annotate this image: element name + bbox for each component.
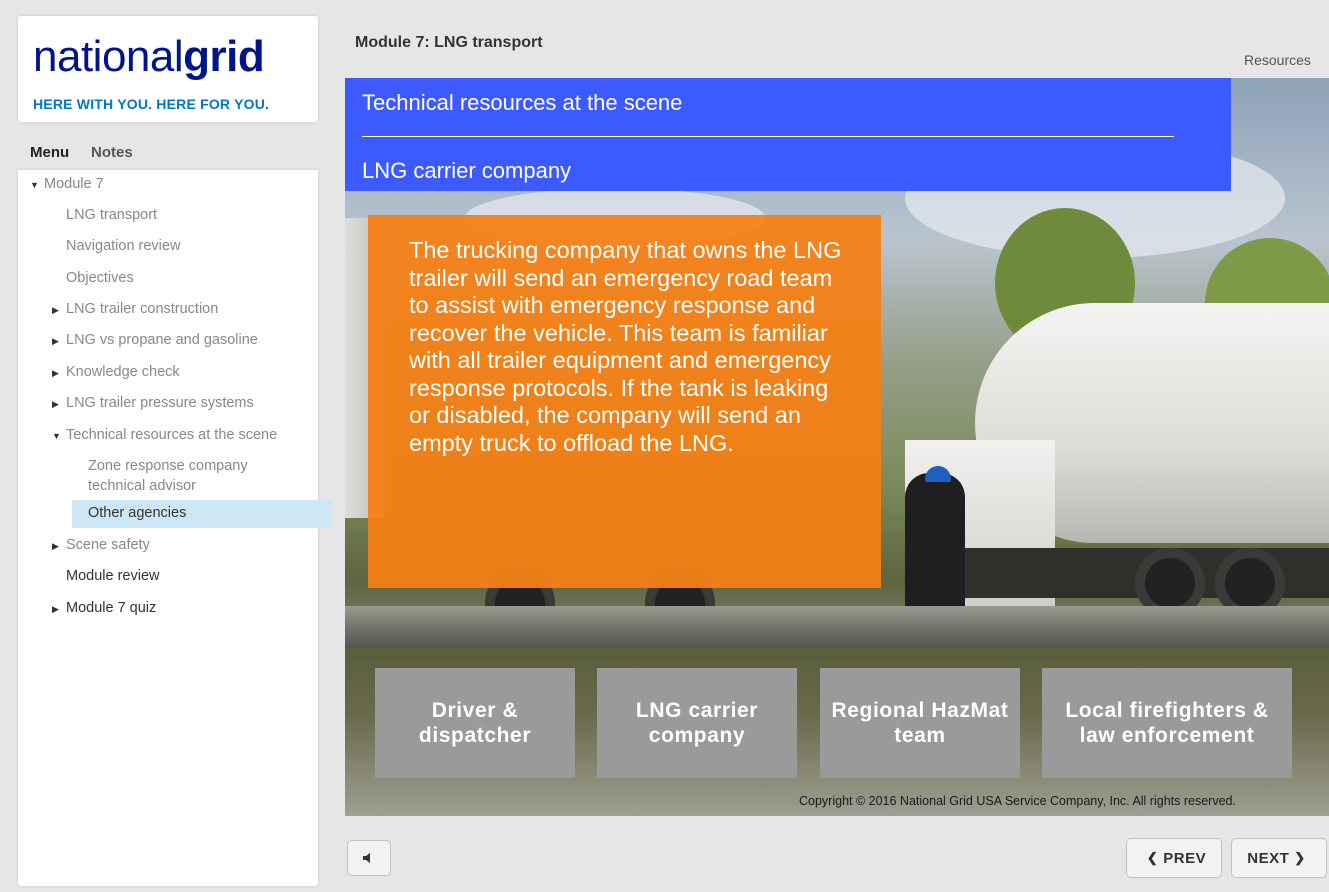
brand-logo: nationalgrid	[33, 32, 265, 81]
sidebar-item-navigation-review[interactable]: Navigation review	[66, 238, 180, 255]
lng-carrier-company-button[interactable]: LNG carrier company	[597, 668, 797, 778]
chevron-right-icon: ❯	[1294, 850, 1306, 865]
slide-subtitle: LNG carrier company	[362, 158, 572, 183]
module-title: Module 7: LNG transport	[355, 34, 543, 51]
prev-button[interactable]: ❮ PREV	[1126, 838, 1222, 878]
info-panel: The trucking company that owns the LNG t…	[368, 215, 881, 588]
logo-panel: nationalgrid HERE WITH YOU. HERE FOR YOU…	[18, 16, 318, 122]
sidebar-item-lng-vs-propane[interactable]: ▶ LNG vs propane and gasoline	[52, 332, 258, 350]
triangle-right-icon: ▶	[52, 541, 59, 551]
sidebar-tabs: Menu Notes	[18, 140, 318, 170]
triangle-down-icon: ▼	[52, 431, 61, 441]
triangle-right-icon: ▶	[52, 368, 59, 378]
speaker-icon	[363, 853, 370, 863]
tab-notes[interactable]: Notes	[91, 144, 133, 161]
slide-title: Technical resources at the scene	[362, 90, 683, 115]
local-firefighters-button[interactable]: Local firefighters & law enforcement	[1042, 668, 1292, 778]
copyright-notice: Copyright © 2016 National Grid USA Servi…	[799, 794, 1236, 808]
sidebar-item-module-review[interactable]: Module review	[66, 568, 160, 585]
sidebar-item-lng-transport[interactable]: LNG transport	[66, 207, 157, 224]
sidebar-item-scene-safety[interactable]: ▶ Scene safety	[52, 537, 150, 555]
sidebar-menu: ▼ Module 7 LNG transport Navigation revie…	[18, 170, 332, 886]
triangle-down-icon: ▼	[30, 180, 39, 190]
resources-link[interactable]: Resources	[1244, 52, 1311, 68]
triangle-right-icon: ▶	[52, 604, 59, 614]
slide-title-bar: Technical resources at the scene LNG car…	[345, 78, 1231, 191]
next-button[interactable]: NEXT ❯	[1231, 838, 1327, 878]
sidebar-item-module-7-quiz[interactable]: ▶ Module 7 quiz	[52, 600, 156, 618]
brand-tagline: HERE WITH YOU. HERE FOR YOU.	[33, 96, 270, 112]
regional-hazmat-team-button[interactable]: Regional HazMat team	[820, 668, 1020, 778]
slide-area: Technical resources at the scene LNG car…	[345, 78, 1329, 816]
info-text: The trucking company that owns the LNG t…	[409, 237, 842, 456]
volume-button[interactable]	[347, 840, 391, 876]
sidebar-item-knowledge-check[interactable]: ▶ Knowledge check	[52, 364, 180, 382]
chevron-left-icon: ❮	[1146, 850, 1159, 865]
tab-menu[interactable]: Menu	[30, 144, 69, 161]
sidebar-item-module-7[interactable]: ▼ Module 7	[30, 176, 104, 194]
sidebar-item-lng-trailer-pressure[interactable]: ▶ LNG trailer pressure systems	[52, 395, 254, 413]
sidebar-item-zone-response-line2[interactable]: technical advisor	[88, 478, 196, 495]
photo-worker	[905, 473, 965, 613]
sidebar-item-lng-trailer-construction[interactable]: ▶ LNG trailer construction	[52, 301, 218, 319]
title-divider	[362, 136, 1174, 137]
sidebar-item-zone-response-line1[interactable]: Zone response company	[88, 458, 248, 475]
sidebar-item-objectives[interactable]: Objectives	[66, 270, 134, 287]
sidebar-item-technical-resources[interactable]: ▼ Technical resources at the scene	[52, 427, 277, 445]
driver-dispatcher-button[interactable]: Driver & dispatcher	[375, 668, 575, 778]
photo-guardrail	[345, 606, 1329, 648]
sidebar-item-other-agencies[interactable]: Other agencies	[88, 505, 186, 522]
triangle-right-icon: ▶	[52, 399, 59, 409]
triangle-right-icon: ▶	[52, 336, 59, 346]
triangle-right-icon: ▶	[52, 305, 59, 315]
